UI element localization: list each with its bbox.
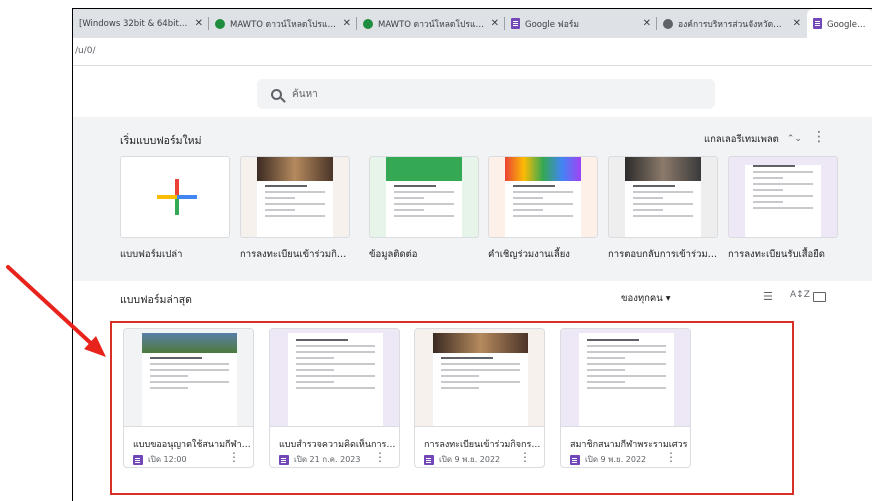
owner-filter-dropdown[interactable]: ของทุกคน ▾: [621, 291, 671, 306]
more-options-icon[interactable]: ⋮: [374, 451, 386, 463]
recent-form-card[interactable]: สมาชิกสนามกีฬาพระรามเศวร เปิด 9 พ.ย. 202…: [560, 328, 691, 468]
more-options-icon[interactable]: ⋮: [519, 451, 531, 463]
template-party-invite[interactable]: คำเชิญร่วมงานเลี้ยง: [488, 156, 598, 262]
close-icon[interactable]: ✕: [343, 18, 351, 29]
template-caption: การลงทะเบียนเข้าร่วมกิจกรรม: [240, 249, 350, 260]
search-input[interactable]: ค้นหา: [292, 87, 318, 102]
browser-tab-1[interactable]: [Windows 32bit & 64bit] Color ✕: [73, 9, 209, 38]
form-thumbnail: [561, 329, 690, 427]
tab-label: องค์การบริหารส่วนจังหวัดลพบุรี - กร: [678, 19, 787, 30]
template-thumbnail: [488, 156, 598, 238]
close-icon[interactable]: ✕: [491, 18, 499, 29]
search-bar[interactable]: ค้นหา: [257, 79, 715, 109]
mawto-icon: [363, 18, 373, 29]
tab-label: Google ฟอร์ม: [827, 19, 867, 30]
form-opened-date: เปิด 9 พ.ย. 2022: [439, 455, 501, 464]
template-section: เริ่มแบบฟอร์มใหม่ แกลเลอรีเทมเพลต ⌃⌄ ⋮ แ…: [73, 117, 872, 281]
template-thumbnail: [608, 156, 718, 238]
template-thumbnail: [369, 156, 479, 238]
template-caption: การลงทะเบียนรับเสื้อยืด: [728, 249, 825, 260]
browser-tab-active[interactable]: Google ฟอร์ม: [807, 9, 872, 38]
forms-icon: [570, 454, 580, 465]
template-thumbnail: [728, 156, 838, 238]
mawto-icon: [215, 18, 225, 29]
template-gallery-button[interactable]: แกลเลอรีเทมเพลต ⌃⌄: [704, 132, 802, 147]
form-thumbnail: [415, 329, 544, 427]
tab-label: Google ฟอร์ม: [525, 19, 579, 30]
sort-az-icon[interactable]: A↕Z: [790, 290, 810, 300]
template-event-rsvp[interactable]: การตอบกลับการเข้าร่วมกิจกรรม: [608, 156, 718, 262]
recent-forms-title: แบบฟอร์มล่าสุด: [120, 294, 192, 306]
template-caption: ข้อมูลติดต่อ: [369, 249, 418, 260]
template-contact-info[interactable]: ข้อมูลติดต่อ: [369, 156, 479, 262]
url-text: /u/0/: [75, 46, 96, 56]
recent-form-card[interactable]: การลงทะเบียนเข้าร่วมกิจกรรม เปิด 9 พ.ย. …: [414, 328, 545, 468]
forms-icon: [424, 454, 434, 465]
browser-window: [Windows 32bit & 64bit] Color ✕ MAWTO ดา…: [72, 8, 872, 501]
address-bar[interactable]: /u/0/: [73, 38, 872, 66]
browser-tab-4[interactable]: Google ฟอร์ม ✕: [505, 9, 657, 38]
template-tshirt-signup[interactable]: การลงทะเบียนรับเสื้อยืด: [728, 156, 838, 262]
form-meta: เปิด 9 พ.ย. 2022: [570, 453, 646, 466]
forms-icon: [511, 18, 520, 29]
template-thumbnail: [240, 156, 350, 238]
form-name: การลงทะเบียนเข้าร่วมกิจกรรม: [424, 440, 542, 450]
form-thumbnail: [270, 329, 399, 427]
form-name: แบบขออนุญาตใช้สนามกีฬาพระ...: [133, 440, 251, 450]
tab-label: MAWTO ดาวน์โหลดโปรแกรมฟรี ดี: [378, 19, 485, 30]
plus-icon: [157, 179, 197, 215]
tab-strip: [Windows 32bit & 64bit] Color ✕ MAWTO ดา…: [73, 9, 872, 38]
form-opened-date: เปิด 12:00: [148, 455, 187, 464]
tab-label: MAWTO ดาวน์โหลดโปรแกรมฟรี ดี: [230, 19, 337, 30]
more-options-icon[interactable]: ⋮: [228, 451, 240, 463]
forms-icon: [813, 18, 822, 29]
more-options-icon[interactable]: ⋮: [812, 129, 826, 145]
template-section-title: เริ่มแบบฟอร์มใหม่: [120, 135, 202, 147]
tab-label: [Windows 32bit & 64bit] Color: [79, 18, 189, 29]
more-options-icon[interactable]: ⋮: [665, 451, 677, 463]
form-name: สมาชิกสนามกีฬาพระรามเศวร: [570, 440, 688, 450]
forms-icon: [279, 454, 289, 465]
form-name: แบบสำรวจความคิดเห็นการใช้...: [279, 440, 397, 450]
search-icon[interactable]: [271, 88, 282, 100]
unfold-icon: ⌃⌄: [786, 134, 802, 144]
recent-form-card[interactable]: แบบสำรวจความคิดเห็นการใช้... เปิด 21 ก.ค…: [269, 328, 400, 468]
form-meta: เปิด 12:00: [133, 453, 187, 466]
close-icon[interactable]: ✕: [793, 18, 801, 29]
close-icon[interactable]: ✕: [195, 18, 203, 29]
form-opened-date: เปิด 21 ก.ค. 2023: [294, 455, 361, 464]
list-view-icon[interactable]: ☰: [763, 290, 773, 303]
form-thumbnail: [124, 329, 253, 427]
template-caption: แบบฟอร์มเปล่า: [120, 249, 183, 260]
recent-form-card[interactable]: แบบขออนุญาตใช้สนามกีฬาพระ... เปิด 12:00 …: [123, 328, 254, 468]
close-icon[interactable]: ✕: [643, 18, 651, 29]
forms-icon: [133, 454, 143, 465]
browser-tab-3[interactable]: MAWTO ดาวน์โหลดโปรแกรมฟรี ดี ✕: [357, 9, 505, 38]
template-caption: คำเชิญร่วมงานเลี้ยง: [488, 249, 570, 260]
template-blank[interactable]: แบบฟอร์มเปล่า: [120, 156, 230, 262]
template-event-registration[interactable]: การลงทะเบียนเข้าร่วมกิจกรรม: [240, 156, 350, 262]
form-meta: เปิด 21 ก.ค. 2023: [279, 453, 360, 466]
browser-tab-5[interactable]: องค์การบริหารส่วนจังหวัดลพบุรี - กร ✕: [657, 9, 807, 38]
form-opened-date: เปิด 9 พ.ย. 2022: [585, 455, 647, 464]
template-thumbnail: [120, 156, 230, 238]
browser-tab-2[interactable]: MAWTO ดาวน์โหลดโปรแกรมฟรี ดี ✕: [209, 9, 357, 38]
template-gallery-label: แกลเลอรีเทมเพลต: [704, 134, 779, 145]
form-meta: เปิด 9 พ.ย. 2022: [424, 453, 500, 466]
folder-icon[interactable]: [813, 292, 826, 302]
template-caption: การตอบกลับการเข้าร่วมกิจกรรม: [608, 249, 718, 260]
site-icon: [663, 18, 673, 29]
